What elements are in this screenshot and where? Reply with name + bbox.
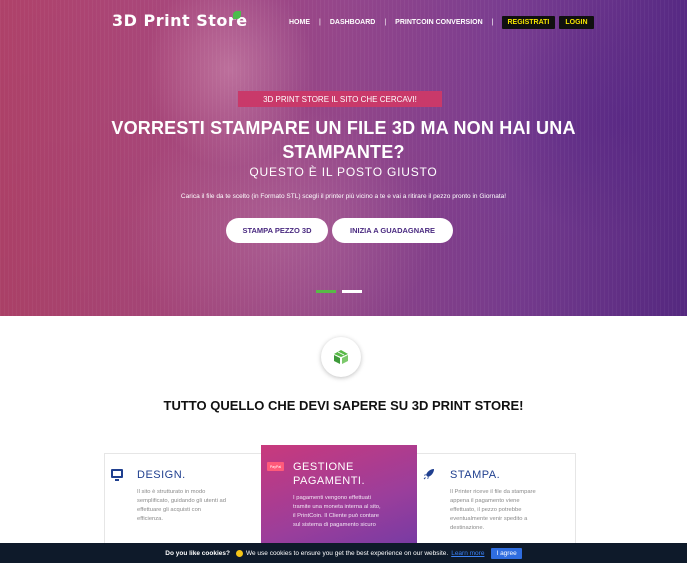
hero-title-line: VORRESTI STAMPARE UN FILE 3D MA NON HAI …: [111, 118, 576, 138]
feature-text-line: tramite una moneta interna al sito,: [293, 504, 381, 510]
section-title: TUTTO QUELLO CHE DEVI SAPERE SU 3D PRINT…: [163, 398, 524, 413]
nav-printcoin-conversion[interactable]: PRINTCOIN CONVERSION: [390, 19, 488, 26]
feature-print-title: STAMPA.: [450, 469, 501, 481]
slider-dot-active[interactable]: [316, 290, 336, 293]
feature-emblem: [321, 337, 361, 377]
monitor-icon: [111, 469, 123, 481]
rocket-icon: [423, 469, 434, 480]
feature-title-line: GESTIONE: [293, 461, 354, 473]
feature-text-line: semplificato, guidando gli utenti ad: [137, 498, 226, 504]
feature-text-line: Il Printer riceve il file da stampare: [450, 489, 536, 495]
feature-text-line: effettuato, il pezzo potrebbe: [450, 507, 522, 513]
feature-design-title: DESIGN.: [137, 469, 186, 481]
site-logo[interactable]: 3D Print Store: [112, 11, 248, 30]
hero-title: VORRESTI STAMPARE UN FILE 3D MA NON HAI …: [60, 116, 627, 164]
hero-tagline: 3D PRINT STORE IL SITO CHE CERCAVI!: [238, 91, 442, 107]
feature-text-line: eventualmente venir spedito a: [450, 516, 528, 522]
feature-payments-text: I pagamenti vengono effettuati tramite u…: [293, 494, 381, 530]
logo-leaf-icon: [233, 11, 241, 19]
nav-separator: |: [384, 18, 387, 26]
hero-description: Carica il file da te scelto (in Formato …: [180, 193, 507, 200]
login-button[interactable]: LOGIN: [559, 15, 594, 29]
nav-separator: |: [491, 18, 494, 26]
start-earning-button[interactable]: INIZIA A GUADAGNARE: [332, 218, 453, 243]
feature-text-line: effettuare gli acquisti con: [137, 507, 202, 513]
nav-dashboard[interactable]: DASHBOARD: [325, 19, 381, 26]
feature-title-line: PAGAMENTI.: [293, 475, 366, 487]
cookie-agree-button[interactable]: I agree: [491, 547, 522, 559]
feature-text-line: il PrintCoin. Il Cliente può contare: [293, 513, 380, 519]
feature-text-line: efficienza.: [137, 516, 163, 522]
feature-text-line: destinazione.: [450, 525, 485, 531]
paypal-icon: PayPal: [267, 462, 284, 471]
cookie-emoji-icon: [235, 549, 243, 557]
main-nav: HOME | DASHBOARD | PRINTCOIN CONVERSION …: [284, 15, 594, 29]
feature-text-line: sul sistema di pagamento sicuro: [293, 522, 376, 528]
cookie-banner: Do you like cookies? We use cookies to e…: [0, 543, 687, 563]
hero-title-line: STAMPANTE?: [282, 142, 405, 162]
hero-subtitle: QUESTO È IL POSTO GIUSTO: [249, 165, 438, 179]
nav-home[interactable]: HOME: [284, 19, 315, 26]
register-button[interactable]: REGISTRATI: [501, 15, 556, 29]
feature-text-line: I pagamenti vengono effettuati: [293, 495, 371, 501]
print-part-button[interactable]: STAMPA PEZZO 3D: [226, 218, 328, 243]
nav-separator: |: [319, 18, 321, 26]
cookie-message: We use cookies to ensure you get the bes…: [245, 549, 449, 557]
feature-print-text: Il Printer riceve il file da stampare ap…: [450, 488, 536, 533]
slider-dot[interactable]: [342, 290, 362, 293]
feature-text-line: appena il pagamento viene: [450, 498, 520, 504]
feature-design-text: Il sito è strutturato in modo semplifica…: [137, 488, 226, 524]
feature-payments-title: GESTIONE PAGAMENTI.: [293, 460, 365, 488]
feature-text-line: Il sito è strutturato in modo: [137, 489, 206, 495]
cookie-question: Do you like cookies?: [165, 549, 230, 557]
cookie-learn-more-link[interactable]: Learn more: [451, 550, 484, 557]
recycle-leaf-icon: [334, 350, 348, 364]
